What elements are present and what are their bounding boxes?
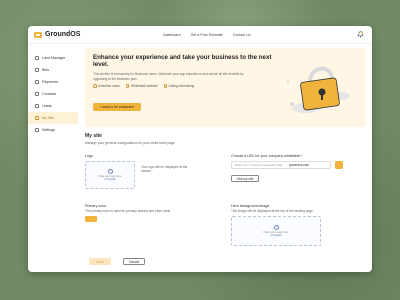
logo[interactable]: GroundOS (34, 31, 80, 38)
card-icon (35, 80, 39, 84)
padlock-illustration (286, 66, 350, 113)
app-name: GroundOS (45, 31, 81, 38)
primary-color-swatch[interactable] (85, 216, 97, 222)
section-title: My site (85, 133, 102, 139)
visit-site-button[interactable]: Visit my site (231, 175, 259, 182)
sidebar-item-label: Land Manager (42, 56, 66, 60)
url-input[interactable]: Enter your company whitelabel URL (231, 161, 331, 169)
check-icon (93, 84, 97, 88)
banner-description: This section is exclusively for Business… (93, 72, 244, 81)
sidebar: Land Manager Bids Payments Contacts Lead… (28, 44, 78, 272)
gavel-icon (35, 68, 39, 72)
sidebar-item-settings[interactable]: Settings (28, 124, 78, 136)
gear-icon (35, 128, 39, 132)
cancel-button[interactable]: Cancel (123, 258, 145, 265)
sidebar-item-my-site[interactable]: My Site (28, 112, 78, 124)
logo-hint: Your logo will be displayed at the heade… (141, 165, 188, 173)
sidebar-item-bids[interactable]: Bids (28, 64, 78, 76)
sidebar-item-payments[interactable]: Payments (28, 76, 78, 88)
sidebar-item-label: Contacts (42, 92, 57, 96)
upload-link[interactable]: or Upload (270, 234, 281, 237)
upload-icon (107, 168, 113, 174)
perk-item: Listing Advertising (163, 84, 195, 88)
sidebar-item-label: My Site (42, 116, 54, 120)
sidebar-item-leads[interactable]: Leads (28, 100, 78, 112)
logo-label: Logo (85, 154, 93, 158)
top-bar: GroundOS Dashboard Get a Free Estimate C… (28, 26, 372, 44)
nav-free-estimate[interactable]: Get a Free Estimate (191, 33, 223, 37)
contacts-icon (35, 92, 39, 96)
primary-color-label: Primary color (85, 204, 107, 208)
perk-label: Unlimited users (98, 84, 120, 88)
primary-color-hint: The primary color is used for primary ac… (85, 209, 171, 213)
hero-hint: This image will be displayed at the top … (231, 209, 313, 213)
leads-icon (35, 104, 39, 108)
check-icon (163, 84, 168, 88)
app-window: GroundOS Dashboard Get a Free Estimate C… (28, 26, 372, 272)
sidebar-item-label: Settings (42, 128, 55, 132)
logo-upload-dropzone[interactable]: Drag your logo here or Upload (85, 161, 135, 189)
perk-label: Listing Advertising (168, 84, 195, 88)
sidebar-item-label: Leads (42, 104, 52, 108)
logo-icon (34, 31, 42, 38)
nav-dashboard[interactable]: Dashboard (163, 33, 181, 37)
url-label: Choose a URL for your company whitelabel… (231, 154, 303, 158)
hero-upload-dropzone[interactable]: Drag your image here or Upload (231, 216, 321, 246)
sidebar-item-land-manager[interactable]: Land Manager (28, 52, 78, 64)
section-subtitle: Manage your general configurations for y… (85, 141, 175, 145)
my-site-section: My site Manage your general configuratio… (85, 133, 366, 145)
upgrade-banner: Enhance your experience and take your bu… (85, 48, 366, 127)
main-content: Enhance your experience and take your bu… (81, 44, 372, 272)
copy-url-button[interactable] (335, 161, 343, 169)
url-suffix: groundos.com (289, 163, 310, 167)
sidebar-item-contacts[interactable]: Contacts (28, 88, 78, 100)
perk-item: Whitelabel website (125, 84, 158, 88)
perk-label: Whitelabel website (130, 84, 158, 88)
banner-title: Enhance your experience and take your bu… (93, 54, 272, 69)
sidebar-item-label: Payments (42, 80, 58, 84)
globe-icon (35, 116, 39, 120)
top-nav: Dashboard Get a Free Estimate Contact Us (163, 26, 251, 44)
upload-icon (273, 224, 279, 230)
hero-label: Hero background image (231, 204, 270, 208)
bell-icon[interactable] (357, 31, 364, 38)
check-icon (125, 84, 130, 88)
upload-link[interactable]: or Upload (104, 178, 115, 181)
save-button[interactable]: Save (89, 258, 111, 265)
map-icon (35, 56, 39, 60)
contact-me-button[interactable]: I want to be contacted (93, 103, 141, 111)
perk-item: Unlimited users (93, 84, 120, 88)
url-placeholder: Enter your company whitelabel URL (235, 163, 283, 167)
sidebar-item-label: Bids (42, 68, 49, 72)
nav-contact-us[interactable]: Contact Us (233, 33, 251, 37)
